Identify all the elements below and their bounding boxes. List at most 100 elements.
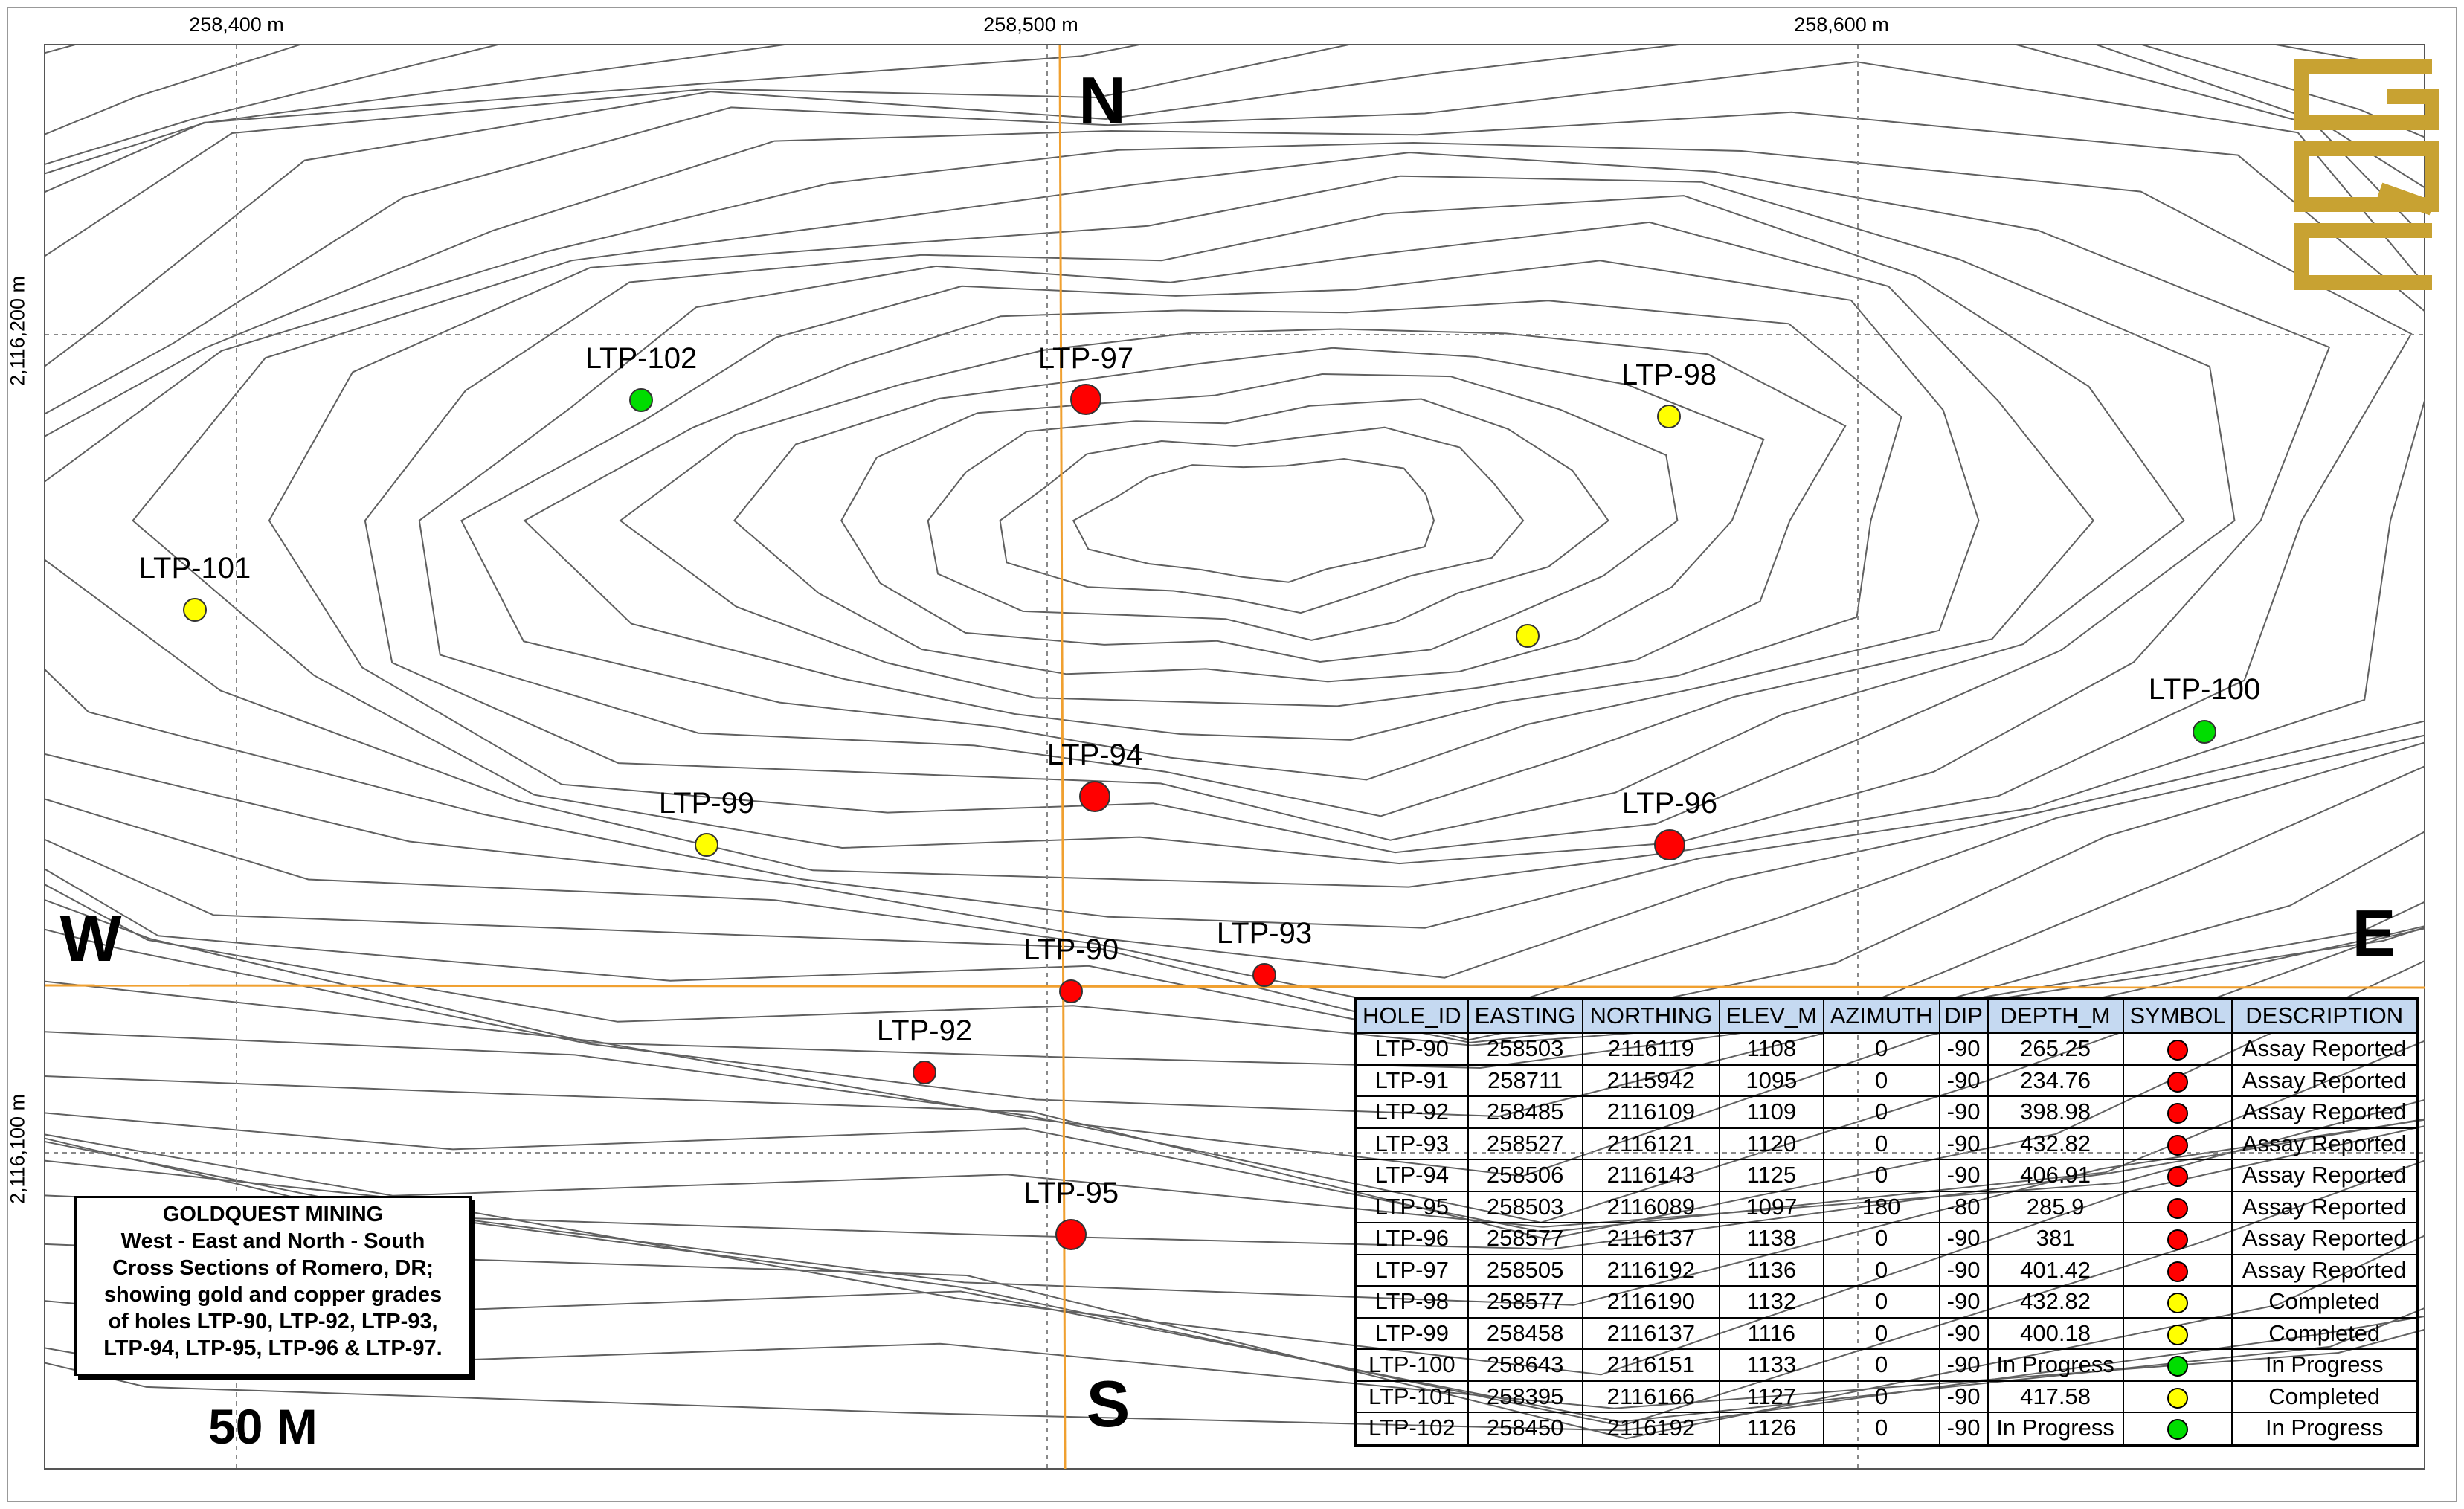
- table-row: LTP-101 258395 2116166 1127 0 -90 417.58 Comple…: [1354, 1380, 2418, 1413]
- description-cell: In Progress: [2231, 1412, 2418, 1446]
- drill-hole-marker: [1252, 963, 1276, 987]
- status-symbol-icon: [2167, 1419, 2188, 1441]
- easting-tick-label: 258,400 m: [189, 13, 284, 36]
- table-cell: LTP-92: [1354, 1095, 1469, 1129]
- easting-tick-label: 258,500 m: [983, 13, 1078, 36]
- table-cell: LTP-100: [1354, 1348, 1469, 1382]
- table-cell: 432.82: [1987, 1127, 2124, 1160]
- table-row: LTP-98 258577 2116190 1132 0 -90 432.82 Complet…: [1354, 1285, 2418, 1319]
- table-cell: -90: [1938, 1064, 1989, 1097]
- table-body: LTP-90 258503 2116119 1108 0 -90 265.25 Assay R…: [1354, 1032, 2418, 1446]
- table-cell: 1108: [1719, 1032, 1824, 1066]
- table-cell: LTP-99: [1354, 1316, 1469, 1350]
- description-cell: Assay Reported: [2231, 1064, 2418, 1097]
- table-cell: 1127: [1719, 1380, 1824, 1413]
- symbol-cell: [2122, 1064, 2233, 1097]
- symbol-cell: [2122, 1285, 2233, 1319]
- compass-south: S: [1086, 1367, 1130, 1441]
- table-cell: 0: [1822, 1412, 1940, 1446]
- table-cell: 1136: [1719, 1253, 1824, 1287]
- table-cell: In Progress: [1987, 1412, 2124, 1446]
- table-cell: 2116192: [1581, 1412, 1721, 1446]
- table-cell: 2116192: [1581, 1253, 1721, 1287]
- status-symbol-icon: [2167, 1040, 2188, 1061]
- description-cell: Completed: [2231, 1380, 2418, 1413]
- drill-hole-marker: [1070, 384, 1101, 415]
- status-symbol-icon: [2167, 1324, 2188, 1345]
- table-cell: 1097: [1719, 1190, 1824, 1223]
- map-description: West - East and North - South Cross Sect…: [103, 1229, 443, 1360]
- table-cell: 1120: [1719, 1127, 1824, 1160]
- table-row: LTP-90 258503 2116119 1108 0 -90 265.25 Assay R…: [1354, 1032, 2418, 1066]
- description-cell: Assay Reported: [2231, 1253, 2418, 1287]
- table-row: LTP-100 258643 2116151 1133 0 -90 In Progress I…: [1354, 1348, 2418, 1382]
- table-cell: -90: [1938, 1316, 1989, 1350]
- table-cell: 1126: [1719, 1412, 1824, 1446]
- drill-hole-label: LTP-102: [585, 342, 698, 375]
- table-cell: 0: [1822, 1064, 1940, 1097]
- symbol-cell: [2122, 1380, 2233, 1413]
- table-cell: LTP-101: [1354, 1380, 1469, 1413]
- status-symbol-icon: [2167, 1261, 2188, 1282]
- status-symbol-icon: [2167, 1134, 2188, 1156]
- table-cell: 2116137: [1581, 1222, 1721, 1255]
- table-cell: 0: [1822, 1095, 1940, 1129]
- table-cell: 0: [1822, 1253, 1940, 1287]
- table-row: LTP-97 258505 2116192 1136 0 -90 401.42 Assay R…: [1354, 1253, 2418, 1287]
- table-cell: 2116137: [1581, 1316, 1721, 1350]
- table-cell: 2115942: [1581, 1064, 1721, 1097]
- compass-east: E: [2352, 896, 2396, 970]
- table-cell: -90: [1938, 1285, 1989, 1319]
- table-cell: 258505: [1467, 1253, 1583, 1287]
- table-cell: LTP-94: [1354, 1159, 1469, 1192]
- table-row: LTP-102 258450 2116192 1126 0 -90 In Progress I…: [1354, 1412, 2418, 1446]
- table-row: LTP-96 258577 2116137 1138 0 -90 381 Assay Repo…: [1354, 1222, 2418, 1255]
- table-cell: -90: [1938, 1222, 1989, 1255]
- drill-hole-label: LTP-100: [2148, 673, 2261, 706]
- column-header: ELEV_M: [1719, 997, 1824, 1034]
- table-cell: 258485: [1467, 1095, 1583, 1129]
- drill-hole-label: LTP-95: [1023, 1177, 1119, 1209]
- drill-hole-label: LTP-99: [658, 787, 755, 820]
- symbol-cell: [2122, 1127, 2233, 1160]
- table-cell: 1132: [1719, 1285, 1824, 1319]
- drill-hole-marker: [1079, 781, 1110, 812]
- description-cell: Completed: [2231, 1285, 2418, 1319]
- table-cell: 1125: [1719, 1159, 1824, 1192]
- column-header: DIP: [1938, 997, 1989, 1034]
- compass-west: W: [59, 901, 122, 975]
- symbol-cell: [2122, 1095, 2233, 1129]
- drill-hole-label: LTP-93: [1216, 917, 1313, 950]
- table-cell: 1133: [1719, 1348, 1824, 1382]
- map-title-box: GOLDQUEST MINING West - East and North -…: [74, 1196, 472, 1376]
- table-cell: 0: [1822, 1222, 1940, 1255]
- table-cell: 258506: [1467, 1159, 1583, 1192]
- description-cell: Completed: [2231, 1316, 2418, 1350]
- table-cell: 0: [1822, 1127, 1940, 1160]
- status-symbol-icon: [2167, 1356, 2188, 1377]
- company-title: GOLDQUEST MINING: [162, 1203, 384, 1226]
- table-cell: -90: [1938, 1159, 1989, 1192]
- table-cell: 258395: [1467, 1380, 1583, 1413]
- column-header: HOLE_ID: [1354, 997, 1469, 1034]
- symbol-cell: [2122, 1159, 2233, 1192]
- table-row: LTP-95 258503 2116089 1097 180 -80 285.9 Assay …: [1354, 1190, 2418, 1223]
- table-cell: 258450: [1467, 1412, 1583, 1446]
- table-cell: -90: [1938, 1253, 1989, 1287]
- symbol-cell: [2122, 1190, 2233, 1223]
- table-cell: 258503: [1467, 1032, 1583, 1066]
- table-cell: -90: [1938, 1348, 1989, 1382]
- table-cell: 2116119: [1581, 1032, 1721, 1066]
- table-cell: 2116190: [1581, 1285, 1721, 1319]
- table-cell: 258711: [1467, 1064, 1583, 1097]
- description-cell: Assay Reported: [2231, 1032, 2418, 1066]
- scale-label: 50 M: [208, 1399, 318, 1454]
- table-cell: 285.9: [1987, 1190, 2124, 1223]
- compass-north: N: [1078, 63, 1126, 137]
- drill-hole-marker: [1055, 1219, 1087, 1250]
- table-cell: 258527: [1467, 1127, 1583, 1160]
- table-row: LTP-92 258485 2116109 1109 0 -90 398.98 Assay R…: [1354, 1095, 2418, 1129]
- northing-tick-label: 2,116,200 m: [6, 275, 29, 387]
- easting-tick-label: 258,600 m: [1794, 13, 1889, 36]
- description-cell: Assay Reported: [2231, 1159, 2418, 1192]
